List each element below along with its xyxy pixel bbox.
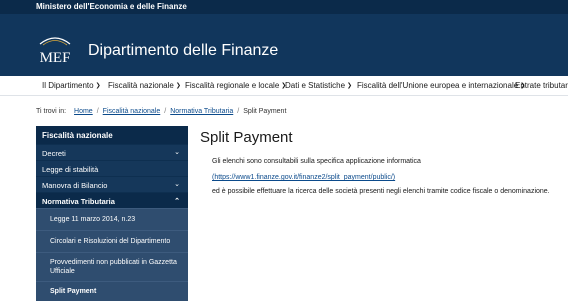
breadcrumb-fiscalita[interactable]: Fiscalità nazionale [103,108,161,115]
breadcrumb-home[interactable]: Home [74,108,93,115]
main-nav: Il Dipartimento ❯ Fiscalità nazionale ❯ Fi… [0,76,568,96]
ministry-topbar: Ministero dell'Economia e delle Finanze [0,0,568,14]
nav-item-fiscalita-nazionale[interactable]: Fiscalità nazionale ❯ [108,81,181,90]
breadcrumb-current: Split Payment [243,108,287,115]
subitem-circolari[interactable]: Circolari e Risoluzioni del Dipartimento [36,230,188,252]
chevron-down-icon[interactable]: ⌄ [174,180,180,188]
content-line-2: ed è possibile effettuare la ricerca del… [212,188,550,195]
sidebar-nav: Fiscalità nazionale Decreti ⌄ Legge di s… [36,126,188,301]
page-title: Split Payment [200,129,293,146]
sidebar-item-manovra[interactable]: Manovra di Bilancio ⌄ [36,176,188,192]
subitem-provvedimenti[interactable]: Provvedimenti non pubblicati in Gazzetta… [36,252,188,281]
site-title[interactable]: Dipartimento delle Finanze [88,42,278,60]
logo-text: MEF [40,50,71,66]
subitem-split-payment[interactable]: Split Payment [36,281,188,301]
site-header: MEF Dipartimento delle Finanze [0,14,568,76]
breadcrumb: Ti trovi in: Home / Fiscalità nazionale / No… [36,108,287,115]
nav-item-dipartimento[interactable]: Il Dipartimento ❯ [42,81,101,90]
nav-item-entrate-tributarie[interactable]: Entrate tributarie [515,81,568,90]
nav-item-fiscalita-ue[interactable]: Fiscalità dell'Unione europea e internaz… [357,81,525,90]
sidebar-submenu: Legge 11 marzo 2014, n.23 Circolari e Ri… [36,208,188,301]
content-line-1: Gli elenchi sono consultabili sulla spec… [212,158,421,165]
sidebar-title[interactable]: Fiscalità nazionale [36,126,188,144]
sidebar-item-normativa[interactable]: Normativa Tributaria ⌃ [36,192,188,208]
nav-item-dati-statistiche[interactable]: Dati e Statistiche ❯ [285,81,352,90]
chevron-down-icon: ❯ [347,83,353,89]
chevron-up-icon[interactable]: ⌃ [174,197,180,205]
subitem-legge-2014[interactable]: Legge 11 marzo 2014, n.23 [36,208,188,230]
mef-logo-icon[interactable]: MEF [34,34,76,70]
main-content: Gli elenchi sono consultabili sulla spec… [212,156,562,198]
sidebar-item-decreti[interactable]: Decreti ⌄ [36,144,188,160]
chevron-down-icon[interactable]: ⌄ [174,148,180,156]
ministry-name[interactable]: Ministero dell'Economia e delle Finanze [36,2,187,11]
breadcrumb-prefix: Ti trovi in: [36,108,67,115]
breadcrumb-normativa[interactable]: Normativa Tributaria [170,108,233,115]
sidebar-item-legge-stabilita[interactable]: Legge di stabilità [36,160,188,176]
chevron-down-icon: ❯ [175,83,181,89]
split-payment-link[interactable]: (https://www1.finanze.gov.it/finanze2/sp… [212,174,395,181]
chevron-down-icon: ❯ [95,83,101,89]
nav-item-fiscalita-regionale[interactable]: Fiscalità regionale e locale ❯ [185,81,286,90]
